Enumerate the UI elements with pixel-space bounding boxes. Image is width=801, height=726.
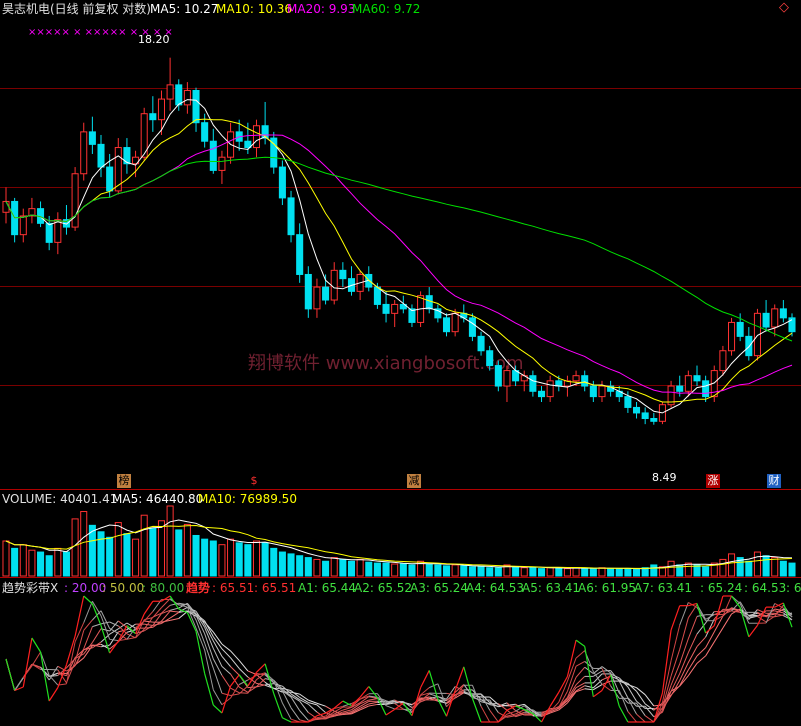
trend-line: [5, 658, 16, 691]
ribbon-line-a1: [109, 638, 119, 642]
ribbon-line-a1: [437, 683, 447, 707]
ribbon-line-a6: [696, 647, 706, 657]
ribbon-line-a4: [368, 698, 378, 701]
ribbon-line-a6: [144, 623, 153, 626]
trend-line: [653, 692, 664, 723]
trend-line: [420, 670, 430, 688]
chart-root: 昊志机电(日线 前复权 对数) MA5: 10.27 MA10: 10.36 M…: [0, 0, 801, 726]
ribbon-line-a1: [385, 705, 395, 710]
ribbon-line-a3: [48, 665, 59, 681]
ribbon-line-a6: [204, 620, 214, 637]
trend-line: [670, 605, 681, 631]
trend-line: [74, 595, 85, 637]
trend-line: [592, 690, 603, 698]
ribbon-line-a1: [230, 684, 240, 699]
ribbon-line-a2: [575, 661, 585, 667]
ribbon-line-a2: [705, 614, 715, 620]
ribbon-line-a6: [368, 701, 378, 705]
ribbon-line-a2: [221, 692, 231, 697]
trend-line: [31, 637, 42, 653]
trend-line: [48, 687, 59, 702]
ribbon-line-a4: [91, 628, 102, 643]
ribbon-line-a5: [221, 656, 231, 667]
indicator-chart[interactable]: [0, 0, 801, 726]
ribbon-line-a3: [679, 638, 689, 665]
trend-line: [39, 651, 50, 702]
ribbon-line-a3: [221, 675, 231, 689]
ribbon-line-a6: [169, 612, 180, 619]
ribbon-line-a6: [687, 655, 698, 671]
ribbon-line-a1: [627, 711, 637, 723]
trend-line: [385, 708, 396, 716]
ribbon-line-a4: [308, 712, 318, 719]
ribbon-line-a4: [212, 648, 223, 667]
ribbon-line-a7: [368, 703, 378, 707]
ribbon-line-a7: [687, 663, 698, 676]
trend-line: [204, 673, 214, 706]
trend-line: [91, 603, 102, 626]
ribbon-line-a1: [22, 665, 33, 678]
ribbon-line-a6: [480, 693, 491, 703]
ribbon-line-a2: [290, 707, 301, 721]
trend-line: [169, 595, 180, 610]
ribbon-line-a3: [593, 666, 603, 674]
ribbon-line-a1: [670, 624, 681, 661]
ribbon-line-a1: [48, 675, 59, 686]
ribbon-line-a1: [83, 601, 93, 623]
ribbon-line-a2: [489, 709, 499, 723]
trend-line: [359, 686, 370, 698]
trend-line: [22, 637, 33, 688]
trend-line: [575, 639, 586, 647]
ribbon-line-a3: [687, 616, 698, 639]
ribbon-line-a7: [696, 655, 706, 664]
ribbon-line-a1: [31, 651, 41, 667]
trend-line: [256, 663, 266, 673]
ribbon-line-a4: [644, 705, 655, 718]
ribbon-line-a7: [144, 620, 153, 623]
ribbon-line-a1: [575, 650, 586, 659]
ribbon-line-a7: [705, 641, 715, 657]
ribbon-line-a7: [299, 693, 309, 701]
ribbon-line-a7: [722, 613, 732, 629]
ribbon-line-a4: [169, 607, 179, 611]
trend-line: [705, 625, 715, 634]
ribbon-line-a3: [92, 623, 102, 628]
ribbon-line-a1: [212, 689, 223, 705]
trend-line: [83, 595, 93, 605]
trend-line: [748, 625, 758, 638]
ribbon-line-a2: [627, 698, 637, 715]
ribbon-line-a5: [696, 636, 706, 647]
ribbon-line-a5: [170, 610, 179, 613]
ribbon-line-a4: [299, 700, 309, 713]
ribbon-line-a7: [170, 617, 179, 621]
ribbon-line-a4: [221, 666, 231, 675]
ribbon-line-a3: [299, 710, 309, 721]
ribbon-line-a3: [575, 666, 586, 678]
ribbon-line-a5: [230, 666, 240, 676]
trend-line: [273, 693, 283, 719]
trend-line: [282, 717, 292, 723]
trend-line: [195, 631, 206, 674]
ribbon-line-a2: [636, 713, 646, 723]
ribbon-line-a3: [100, 621, 110, 625]
ribbon-line-a1: [65, 641, 76, 684]
ribbon-line-a3: [644, 715, 655, 723]
ribbon-line-a5: [307, 703, 318, 713]
ribbon-line-a4: [748, 609, 758, 620]
trend-line: [212, 704, 223, 714]
ribbon-line-a3: [247, 679, 257, 694]
trend-line: [143, 600, 154, 615]
